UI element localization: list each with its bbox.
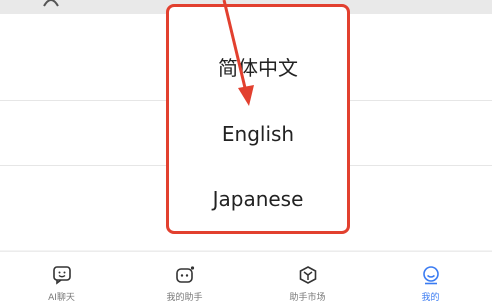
tab-label: AI聊天 [48, 293, 75, 303]
app-screen: 简体中文 English Japanese AI聊天 我的助手 助手市场 我的 [0, 0, 492, 306]
tab-label: 我的 [421, 293, 440, 303]
language-option-japanese[interactable]: Japanese [168, 179, 348, 219]
bottom-tab-bar: AI聊天 我的助手 助手市场 我的 [0, 251, 492, 306]
chat-icon [52, 265, 72, 285]
signal-icon [40, 0, 62, 14]
tab-ai-chat[interactable]: AI聊天 [0, 252, 123, 306]
profile-icon [421, 265, 441, 285]
tab-assistant-market[interactable]: 助手市场 [246, 252, 369, 306]
tab-label: 助手市场 [289, 293, 326, 303]
language-option-english[interactable]: English [168, 114, 348, 154]
tab-label: 我的助手 [166, 293, 203, 303]
tab-my-assistant[interactable]: 我的助手 [123, 252, 246, 306]
language-dialog: 简体中文 English Japanese [168, 6, 348, 232]
language-option-chinese[interactable]: 简体中文 [168, 48, 348, 88]
tab-profile[interactable]: 我的 [369, 252, 492, 306]
market-icon [298, 265, 318, 285]
assistant-icon [175, 265, 195, 285]
